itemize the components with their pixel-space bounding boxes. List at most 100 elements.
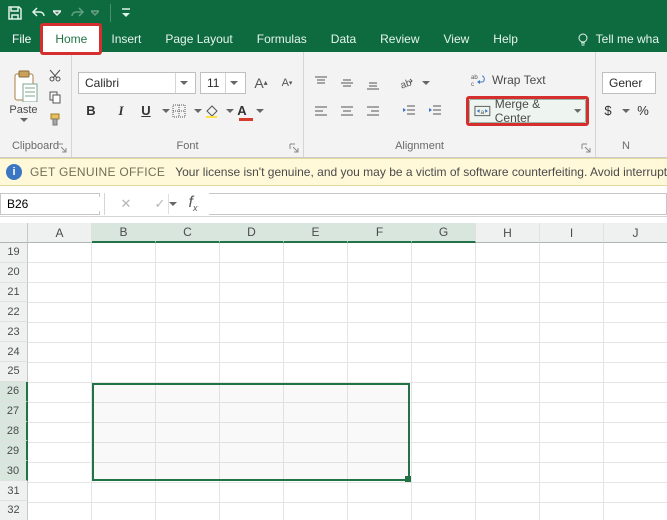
cell[interactable] <box>92 443 156 463</box>
cell[interactable] <box>540 463 604 483</box>
cell[interactable] <box>156 263 220 283</box>
row-header[interactable]: 24 <box>0 342 28 362</box>
cell[interactable] <box>476 403 540 423</box>
cell[interactable] <box>220 323 284 343</box>
cell[interactable] <box>412 263 476 283</box>
cell[interactable] <box>92 323 156 343</box>
row-header[interactable]: 21 <box>0 283 28 303</box>
tab-data[interactable]: Data <box>319 26 368 52</box>
cell[interactable] <box>92 423 156 443</box>
cell[interactable] <box>28 383 92 403</box>
row-header[interactable]: 22 <box>0 302 28 322</box>
cell[interactable] <box>220 243 284 263</box>
underline-button[interactable]: U <box>138 100 164 122</box>
select-all-corner[interactable] <box>0 223 28 243</box>
cell[interactable] <box>28 243 92 263</box>
row-header[interactable]: 29 <box>0 441 28 461</box>
dialog-launcher-alignment[interactable] <box>581 143 591 153</box>
cell[interactable] <box>604 403 667 423</box>
cell[interactable] <box>284 403 348 423</box>
paste-dropdown-icon[interactable] <box>20 116 28 124</box>
cell[interactable] <box>220 303 284 323</box>
align-right-button[interactable] <box>362 100 384 122</box>
cell[interactable] <box>28 463 92 483</box>
row-header[interactable]: 25 <box>0 362 28 382</box>
cell[interactable] <box>476 463 540 483</box>
cell[interactable] <box>412 403 476 423</box>
orientation-button[interactable]: ab <box>398 72 424 94</box>
cell[interactable] <box>604 343 667 363</box>
cell[interactable] <box>156 463 220 483</box>
name-box[interactable] <box>0 193 100 215</box>
cell[interactable] <box>220 403 284 423</box>
cell[interactable] <box>540 263 604 283</box>
row-header[interactable]: 32 <box>0 501 28 520</box>
column-header[interactable]: F <box>348 223 412 243</box>
row-header[interactable]: 27 <box>0 402 28 422</box>
row-header[interactable]: 30 <box>0 461 28 481</box>
font-size-combo[interactable]: 11 <box>200 72 246 94</box>
cell[interactable] <box>92 343 156 363</box>
cell[interactable] <box>92 483 156 503</box>
cell[interactable] <box>284 383 348 403</box>
cell[interactable] <box>540 383 604 403</box>
cell[interactable] <box>348 383 412 403</box>
row-header[interactable]: 19 <box>0 243 28 263</box>
cell[interactable] <box>220 423 284 443</box>
tab-formulas[interactable]: Formulas <box>245 26 319 52</box>
cell[interactable] <box>28 363 92 383</box>
cell[interactable] <box>476 343 540 363</box>
cell[interactable] <box>412 283 476 303</box>
cell[interactable] <box>476 363 540 383</box>
cell[interactable] <box>412 243 476 263</box>
cell[interactable] <box>604 303 667 323</box>
column-header[interactable]: J <box>604 223 667 243</box>
cell[interactable] <box>156 503 220 520</box>
cell[interactable] <box>156 323 220 343</box>
cell[interactable] <box>412 443 476 463</box>
row-header[interactable]: 20 <box>0 263 28 283</box>
cell[interactable] <box>476 483 540 503</box>
cell[interactable] <box>28 403 92 423</box>
merge-dropdown-icon[interactable] <box>574 107 581 115</box>
cell[interactable] <box>540 403 604 423</box>
cell[interactable] <box>28 263 92 283</box>
bold-button[interactable]: B <box>78 100 104 122</box>
cell[interactable] <box>604 283 667 303</box>
align-center-button[interactable] <box>336 100 358 122</box>
cell[interactable] <box>156 483 220 503</box>
cell[interactable] <box>476 443 540 463</box>
cell[interactable] <box>412 343 476 363</box>
chevron-down-icon[interactable] <box>225 73 241 93</box>
cell[interactable] <box>92 243 156 263</box>
cell[interactable] <box>220 343 284 363</box>
cell[interactable] <box>604 463 667 483</box>
cell[interactable] <box>348 463 412 483</box>
row-header[interactable]: 28 <box>0 422 28 442</box>
cell[interactable] <box>284 243 348 263</box>
cell[interactable] <box>348 423 412 443</box>
cell[interactable] <box>540 283 604 303</box>
cell[interactable] <box>604 323 667 343</box>
row-header[interactable]: 26 <box>0 382 28 402</box>
cell[interactable] <box>156 403 220 423</box>
increase-indent-button[interactable] <box>424 100 446 122</box>
cell[interactable] <box>28 423 92 443</box>
cell[interactable] <box>540 343 604 363</box>
cell[interactable] <box>540 363 604 383</box>
cell[interactable] <box>540 483 604 503</box>
undo-icon[interactable] <box>30 4 48 22</box>
cell[interactable] <box>220 363 284 383</box>
column-header[interactable]: H <box>476 223 540 243</box>
align-bottom-button[interactable] <box>362 72 384 94</box>
cell[interactable] <box>348 403 412 423</box>
dialog-launcher-font[interactable] <box>289 143 299 153</box>
cell[interactable] <box>412 383 476 403</box>
italic-button[interactable]: I <box>108 100 134 122</box>
cell[interactable] <box>28 443 92 463</box>
align-top-button[interactable] <box>310 72 332 94</box>
cell[interactable] <box>604 263 667 283</box>
cell[interactable] <box>284 503 348 520</box>
column-header[interactable]: C <box>156 223 220 243</box>
tab-file[interactable]: File <box>0 26 43 52</box>
